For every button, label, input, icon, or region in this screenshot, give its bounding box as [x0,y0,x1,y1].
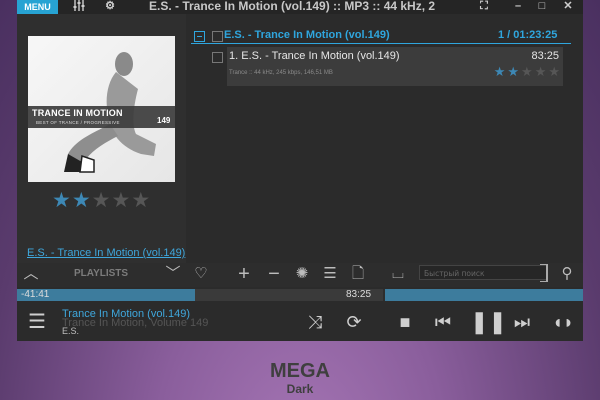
chevron-up-icon[interactable]: ︿ [21,263,41,287]
star-icon[interactable]: ★ [535,65,547,79]
star-icon[interactable]: ★ [548,65,560,79]
track-duration: 83:25 [531,50,559,62]
star-icon[interactable]: ★ [507,65,519,79]
search-icon[interactable]: ⚲ [557,263,577,287]
album-panel: TRANCE IN MOTION BEST OF TRANCE / PROGRE… [17,14,186,263]
track-row[interactable]: 1. E.S. - Trance In Motion (vol.149) 83:… [227,47,563,86]
pause-icon[interactable]: ❚❚ [470,306,507,338]
shuffle-icon[interactable]: ⤨ [303,306,327,338]
group-title: E.S. - Trance In Motion (vol.149) [224,29,390,41]
volume-icon[interactable]: ◖◗ [550,306,576,338]
brand-logo: MEGA Dark [240,360,360,396]
brand-dark: Dark [286,382,314,396]
document-icon[interactable]: 🗋 [349,263,367,287]
search-bracket [540,264,548,282]
cover-subtitle: BEST OF TRANCE / PROGRESSIVE [36,120,120,125]
fullscreen-icon[interactable]: ⛶ [473,0,495,14]
album-cover: TRANCE IN MOTION BEST OF TRANCE / PROGRE… [28,36,175,182]
star-icon[interactable]: ★ [72,190,91,212]
hamburger-icon[interactable]: ☰ [25,306,49,338]
group-checkbox[interactable] [212,31,223,42]
minimize-icon[interactable]: – [509,0,527,14]
gear-icon[interactable]: ⚙ [103,0,117,14]
folder-icon[interactable]: ⌴ [389,263,407,287]
equalizer-icon[interactable] [71,0,87,14]
close-icon[interactable]: ✕ [559,0,577,14]
star-icon[interactable]: ★ [111,190,130,212]
window-title: E.S. - Trance In Motion (vol.149) :: MP3… [149,0,436,13]
now-playing-subtitle: Trance In Motion, Volume 149 [62,317,209,329]
track-checkbox[interactable] [212,52,223,63]
star-icon[interactable]: ★ [52,190,71,212]
title-bar: MENU ⚙ E.S. - Trance In Motion (vol.149)… [17,0,583,14]
star-icon[interactable]: ★ [92,190,111,212]
elapsed-time: -41:41 [21,289,50,300]
menu-button[interactable]: MENU [17,0,58,14]
maximize-icon[interactable]: □ [533,0,551,14]
heart-icon[interactable]: ♡ [193,263,209,287]
stop-icon[interactable]: ■ [393,306,417,338]
list-icon[interactable]: ☰ [321,263,339,287]
album-rating[interactable]: ★ ★ ★ ★ ★ [52,190,150,212]
collapse-checkbox[interactable] [194,31,205,42]
track-title: 1. E.S. - Trance In Motion (vol.149) [229,50,400,62]
track-meta: Trance :: 44 kHz, 245 kbps, 146,51 MB [229,70,333,76]
group-count: 1 / 01:23:25 [498,29,558,41]
volume-bar[interactable] [385,289,583,301]
cover-number: 149 [157,116,171,125]
add-icon[interactable]: + [235,263,253,287]
total-time: 83:25 [346,289,372,300]
album-link[interactable]: E.S. - Trance In Motion (vol.149) [27,247,185,259]
remove-icon[interactable]: − [265,263,283,287]
player-window: MENU ⚙ E.S. - Trance In Motion (vol.149)… [17,0,583,341]
next-icon[interactable]: ⏭ [510,306,534,338]
playlist-panel: E.S. - Trance In Motion (vol.149) 1 / 01… [186,14,583,263]
brand-mega: MEGA [270,360,330,382]
chevron-down-icon[interactable]: ﹀ [163,263,183,287]
search-input[interactable]: Быстрый поиск [419,265,547,280]
repeat-icon[interactable]: ⟳ [342,306,366,338]
group-divider [191,43,571,44]
previous-icon[interactable]: ⏮ [431,306,455,338]
cover-title: TRANCE IN MOTION [32,108,123,118]
now-playing-artist: E.S. [62,326,80,336]
star-icon[interactable]: ★ [131,190,150,212]
star-icon[interactable]: ★ [494,65,506,79]
settings-icon[interactable]: ✺ [293,263,311,287]
star-icon[interactable]: ★ [521,65,533,79]
playlists-label[interactable]: PLAYLISTS [74,263,134,285]
track-rating[interactable]: ★ ★ ★ ★ ★ [494,65,560,79]
